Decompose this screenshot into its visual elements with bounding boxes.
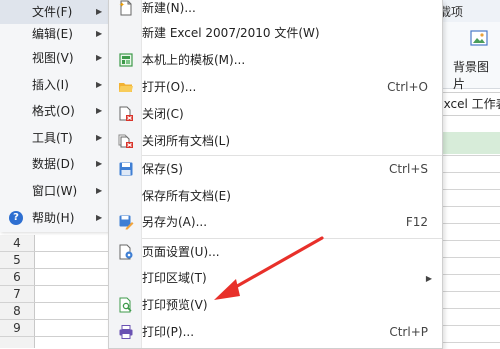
annotation-arrow-icon <box>214 236 324 300</box>
